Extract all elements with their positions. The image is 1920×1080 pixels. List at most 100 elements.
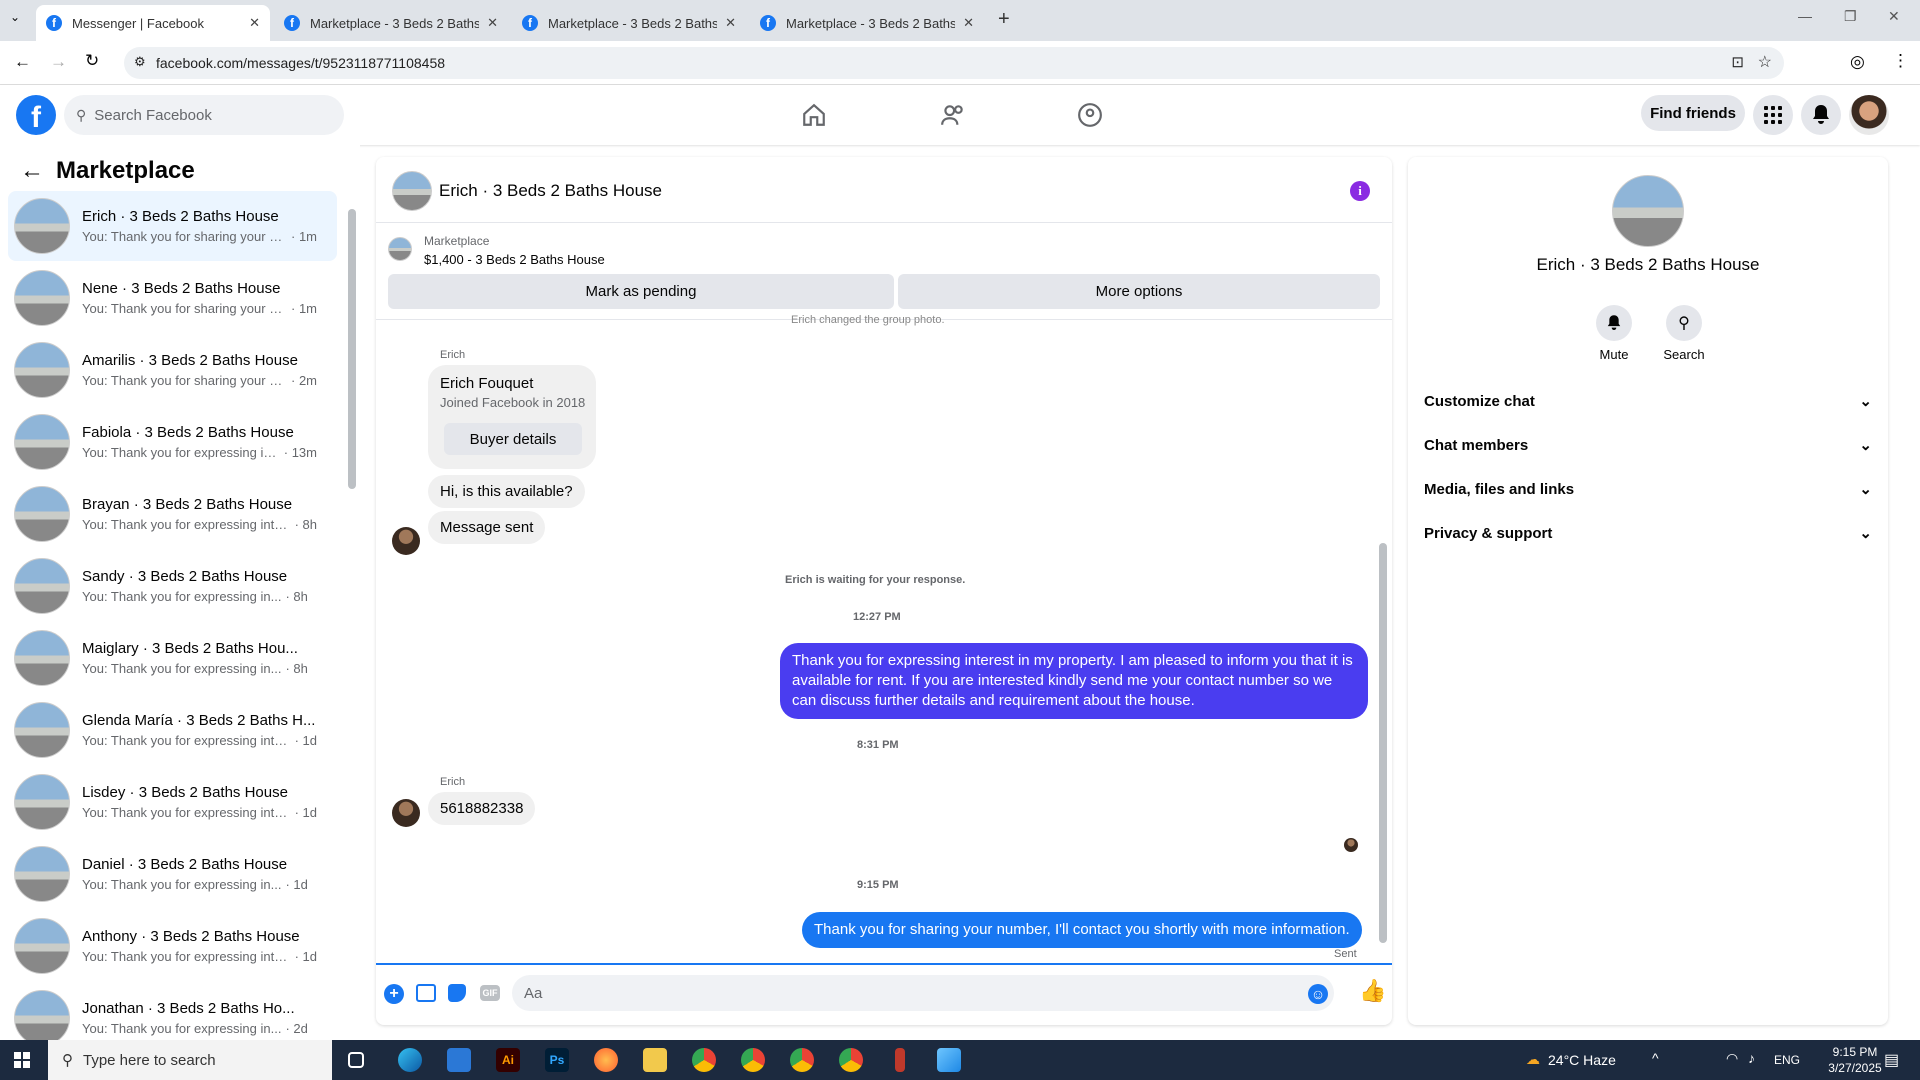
sidebar-scrollbar[interactable] xyxy=(348,209,356,489)
browser-tab-marketplace-3[interactable]: f Marketplace - 3 Beds 2 Baths H ✕ xyxy=(750,5,984,41)
groups-icon[interactable] xyxy=(1077,102,1103,128)
search-in-chat-button[interactable]: ⚲ Search xyxy=(1654,305,1714,362)
sticker-icon[interactable] xyxy=(448,984,466,1002)
sender-avatar[interactable] xyxy=(392,799,420,827)
chat-title[interactable]: Erich · 3 Beds 2 Baths House xyxy=(439,181,662,201)
add-attachment-icon[interactable]: + xyxy=(384,984,404,1004)
chat-avatar[interactable] xyxy=(392,171,432,211)
chrome-icon[interactable] xyxy=(839,1048,863,1072)
conversation-preview-row: You: Thank you for expressing inter... · … xyxy=(82,733,317,748)
mute-label: Mute xyxy=(1599,347,1629,362)
firefox-icon[interactable] xyxy=(594,1048,618,1072)
listing-detail[interactable]: $1,400 - 3 Beds 2 Baths House xyxy=(424,252,605,267)
conversation-item[interactable]: Amarilis · 3 Beds 2 Baths House You: Than… xyxy=(8,335,337,405)
emoji-icon[interactable]: ☺ xyxy=(1308,984,1328,1004)
media-files-links-section[interactable]: Media, files and links ⌄ xyxy=(1424,471,1872,507)
network-icon[interactable]: ◠ xyxy=(1726,1050,1738,1067)
store-icon[interactable] xyxy=(447,1048,471,1072)
buyer-details-button[interactable]: Buyer details xyxy=(444,423,582,455)
info-icon[interactable]: i xyxy=(1350,181,1370,201)
chat-members-section[interactable]: Chat members ⌄ xyxy=(1424,427,1872,463)
browser-menu-icon[interactable]: ⋮ xyxy=(1892,51,1909,71)
conversation-item[interactable]: Jonathan · 3 Beds 2 Baths Ho... You: Than… xyxy=(8,983,337,1040)
mute-button[interactable]: Mute xyxy=(1584,305,1644,362)
conversation-item[interactable]: Nene · 3 Beds 2 Baths House You: Thank yo… xyxy=(8,263,337,333)
minimize-window-icon[interactable]: — xyxy=(1798,8,1812,24)
close-tab-icon[interactable]: ✕ xyxy=(963,15,974,31)
notifications-bell-icon[interactable] xyxy=(1801,95,1841,135)
message-input[interactable]: Aa ☺ xyxy=(512,975,1334,1011)
find-friends-button[interactable]: Find friends xyxy=(1641,95,1745,131)
customize-chat-section[interactable]: Customize chat ⌄ xyxy=(1424,383,1872,419)
conversation-time: · 13m xyxy=(283,445,317,460)
facebook-search-input[interactable]: ⚲ Search Facebook xyxy=(64,95,344,135)
photo-icon[interactable] xyxy=(416,984,436,1002)
close-tab-icon[interactable]: ✕ xyxy=(249,15,260,31)
chrome-icon[interactable] xyxy=(692,1048,716,1072)
bookmark-star-icon[interactable]: ☆ xyxy=(1758,52,1772,72)
home-icon[interactable] xyxy=(801,102,827,128)
account-avatar[interactable] xyxy=(1849,95,1889,135)
photos-app-icon[interactable] xyxy=(937,1048,961,1072)
conversation-item[interactable]: Glenda María · 3 Beds 2 Baths H... You: T… xyxy=(8,695,337,765)
sender-avatar[interactable] xyxy=(392,527,420,555)
close-tab-icon[interactable]: ✕ xyxy=(487,15,498,31)
tray-chevron-icon[interactable]: ^ xyxy=(1652,1050,1659,1066)
browser-tab-marketplace-2[interactable]: f Marketplace - 3 Beds 2 Baths H ✕ xyxy=(512,5,746,41)
more-options-button[interactable]: More options xyxy=(898,274,1380,309)
volume-icon[interactable]: ♪ xyxy=(1748,1050,1755,1066)
outgoing-message-2[interactable]: Thank you for sharing your number, I'll … xyxy=(802,912,1362,948)
conversation-item[interactable]: Anthony · 3 Beds 2 Baths House You: Thank… xyxy=(8,911,337,981)
close-window-icon[interactable]: ✕ xyxy=(1888,8,1900,25)
conversation-item[interactable]: Maiglary · 3 Beds 2 Baths Hou... You: Tha… xyxy=(8,623,337,693)
outgoing-message-1[interactable]: Thank you for expressing interest in my … xyxy=(780,643,1368,719)
weather-widget[interactable]: ☁ 24°C Haze xyxy=(1526,1051,1616,1068)
friends-icon[interactable] xyxy=(940,102,966,128)
like-thumb-icon[interactable]: 👍 xyxy=(1359,978,1386,1004)
notification-center-icon[interactable]: ▤ xyxy=(1884,1050,1899,1070)
facebook-logo-icon[interactable]: f xyxy=(16,95,56,135)
file-explorer-icon[interactable] xyxy=(643,1048,667,1072)
listing-thumbnail[interactable] xyxy=(388,237,412,261)
edge-icon[interactable] xyxy=(398,1048,422,1072)
conversation-item[interactable]: Sandy · 3 Beds 2 Baths House You: Thank y… xyxy=(8,551,337,621)
restore-window-icon[interactable]: ❐ xyxy=(1844,8,1857,25)
conversation-item[interactable]: Brayan · 3 Beds 2 Baths House You: Thank … xyxy=(8,479,337,549)
app-icon[interactable] xyxy=(895,1048,905,1072)
tab-list-icon[interactable]: ⌄ xyxy=(10,10,20,24)
conversation-item[interactable]: Daniel · 3 Beds 2 Baths House You: Thank … xyxy=(8,839,337,909)
message-sent-bubble[interactable]: Message sent xyxy=(428,511,546,544)
photoshop-icon[interactable]: Ps xyxy=(545,1048,569,1072)
site-info-icon[interactable]: ⚙ xyxy=(134,54,146,70)
privacy-support-section[interactable]: Privacy & support ⌄ xyxy=(1424,515,1872,551)
url-field[interactable]: ⚙ facebook.com/messages/t/95231187711084… xyxy=(124,47,1784,79)
illustrator-icon[interactable]: Ai xyxy=(496,1048,520,1072)
taskbar-search-box[interactable]: ⚲ Type here to search xyxy=(48,1040,332,1080)
conversation-item[interactable]: Erich · 3 Beds 2 Baths House You: Thank y… xyxy=(8,191,337,261)
new-tab-icon[interactable]: + xyxy=(998,8,1010,31)
forward-icon[interactable]: → xyxy=(50,52,67,72)
conversation-item[interactable]: Lisdey · 3 Beds 2 Baths House You: Thank … xyxy=(8,767,337,837)
details-avatar[interactable] xyxy=(1612,175,1684,247)
windows-start-icon[interactable] xyxy=(14,1052,30,1068)
back-arrow-icon[interactable]: ← xyxy=(20,157,44,185)
install-app-icon[interactable]: ⊡ xyxy=(1731,53,1744,71)
menu-grid-icon[interactable] xyxy=(1753,95,1793,135)
chrome-icon[interactable] xyxy=(790,1048,814,1072)
conversation-item[interactable]: Fabiola · 3 Beds 2 Baths House You: Thank… xyxy=(8,407,337,477)
mark-as-pending-button[interactable]: Mark as pending xyxy=(388,274,894,309)
reload-icon[interactable]: ↻ xyxy=(85,51,99,71)
back-icon[interactable]: ← xyxy=(14,52,31,72)
language-indicator[interactable]: ENG xyxy=(1774,1053,1800,1067)
incoming-message[interactable]: Hi, is this available? xyxy=(428,475,585,508)
profile-icon[interactable]: ◎ xyxy=(1850,52,1865,72)
task-view-icon[interactable] xyxy=(348,1052,364,1068)
gif-icon[interactable]: GIF xyxy=(480,985,500,1001)
browser-tab-marketplace-1[interactable]: f Marketplace - 3 Beds 2 Baths H ✕ xyxy=(274,5,508,41)
incoming-number-message[interactable]: 5618882338 xyxy=(428,792,536,825)
chat-scrollbar[interactable] xyxy=(1379,543,1387,943)
taskbar-clock[interactable]: 9:15 PM 3/27/2025 xyxy=(1820,1044,1890,1076)
chrome-icon[interactable] xyxy=(741,1048,765,1072)
browser-tab-messenger[interactable]: f Messenger | Facebook ✕ xyxy=(36,5,270,41)
close-tab-icon[interactable]: ✕ xyxy=(725,15,736,31)
